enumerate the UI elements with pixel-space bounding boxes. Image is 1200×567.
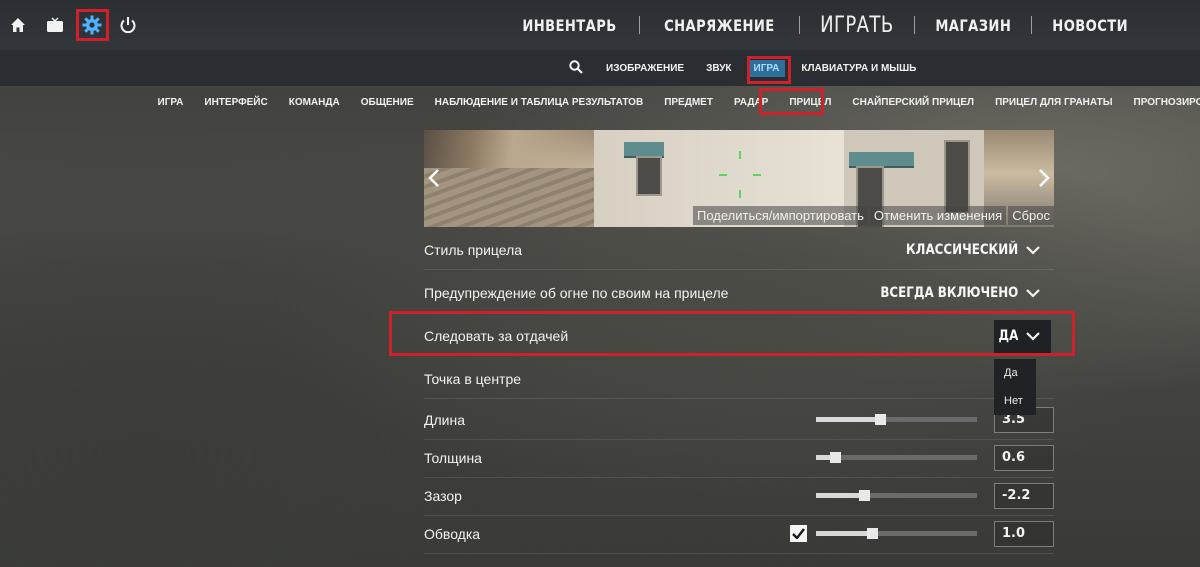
search-icon[interactable] [565, 59, 595, 77]
tab-video[interactable]: ИЗОБРАЖЕНИЕ [595, 63, 695, 74]
chevron-down-icon[interactable] [1026, 331, 1040, 341]
follow-recoil-options: Да Нет [994, 359, 1036, 415]
setting-center-dot: Точка в центре [424, 359, 1054, 399]
category-crosshair[interactable]: ПРИЦЕЛ [779, 97, 842, 108]
nav-separator [913, 16, 915, 34]
category-team[interactable]: КОМАНДА [278, 97, 350, 108]
crosshair-style-select[interactable]: КЛАССИЧЕСКИЙ [906, 242, 1018, 258]
length-slider[interactable] [816, 413, 977, 425]
slider-fill [816, 492, 865, 498]
slider-thumb[interactable] [859, 489, 871, 501]
gear-icon[interactable] [77, 10, 107, 40]
crosshair-mark [753, 174, 761, 176]
crosshair-mark [739, 151, 741, 159]
tab-audio[interactable]: ЗВУК [695, 63, 742, 74]
nav-separator [639, 16, 641, 34]
setting-gap: Зазор -2.2 [424, 476, 1054, 516]
nav-separator [1031, 16, 1033, 34]
category-prediction[interactable]: ПРОГНОЗИРОВАНИЕ [1123, 97, 1200, 108]
category-item[interactable]: ПРЕДМЕТ [654, 97, 724, 108]
slider-thumb[interactable] [830, 451, 842, 463]
slider-fill [816, 530, 873, 536]
share-import-button[interactable]: Поделиться/импортировать [692, 206, 868, 225]
tab-game[interactable]: ИГРА [747, 59, 786, 77]
crosshair-preview: Поделиться/импортировать Отменить измене… [424, 130, 1054, 227]
main-nav: ИНВЕНТАРЬ СНАРЯЖЕНИЕ ИГРАТЬ МАГАЗИН НОВО… [500, 0, 1148, 50]
revert-changes-button[interactable]: Отменить изменения [869, 206, 1007, 225]
setting-follow-recoil: Следовать за отдачей ДА [424, 316, 1054, 356]
settings-tab-bar: ИЗОБРАЖЕНИЕ ЗВУК ИГРА КЛАВИАТУРА И МЫШЬ [0, 50, 1200, 86]
chevron-right-icon[interactable] [1036, 168, 1052, 188]
top-bar: ИНВЕНТАРЬ СНАРЯЖЕНИЕ ИГРАТЬ МАГАЗИН НОВО… [0, 0, 1200, 50]
category-interface[interactable]: ИНТЕРФЕЙС [194, 97, 278, 108]
setting-crosshair-style: Стиль прицела КЛАССИЧЕСКИЙ [424, 230, 1054, 270]
gap-input[interactable]: -2.2 [994, 482, 1054, 509]
tab-keyboard-mouse[interactable]: КЛАВИАТУРА И МЫШЬ [790, 63, 927, 74]
setting-label: Точка в центре [424, 370, 522, 387]
category-sniper-crosshair[interactable]: СНАЙПЕРСКИЙ ПРИЦЕЛ [842, 97, 985, 108]
nav-separator [798, 16, 800, 34]
nav-shop[interactable]: МАГАЗИН [925, 16, 1021, 35]
slider-thumb[interactable] [867, 527, 879, 539]
chevron-left-icon[interactable] [426, 168, 442, 188]
chevron-down-icon[interactable] [1026, 288, 1040, 298]
slider-thumb[interactable] [875, 413, 887, 425]
tv-icon[interactable] [40, 10, 70, 40]
reset-button[interactable]: Сброс [1008, 206, 1054, 225]
crosshair-mark [739, 190, 741, 198]
nav-play[interactable]: ИГРАТЬ [810, 13, 903, 38]
slider-fill [816, 416, 881, 422]
preview-stairs [424, 168, 604, 227]
setting-length: Длина 3.5 [424, 400, 1054, 440]
thickness-input[interactable]: 0.6 [994, 444, 1054, 471]
setting-label: Следовать за отдачей [424, 327, 569, 344]
setting-label: Обводка [424, 525, 481, 542]
preview-actions: Поделиться/импортировать Отменить измене… [691, 206, 1054, 225]
nav-news[interactable]: НОВОСТИ [1043, 16, 1138, 35]
follow-recoil-select[interactable]: ДА [998, 328, 1018, 344]
outline-checkbox[interactable] [790, 524, 807, 542]
category-game[interactable]: ИГРА [147, 97, 194, 108]
category-bar: ИГРА ИНТЕРФЕЙС КОМАНДА ОБЩЕНИЕ НАБЛЮДЕНИ… [147, 91, 1200, 113]
option-no[interactable]: Нет [994, 387, 1036, 415]
category-spectating[interactable]: НАБЛЮДЕНИЕ И ТАБЛИЦА РЕЗУЛЬТАТОВ [424, 97, 654, 108]
power-icon[interactable] [113, 10, 143, 40]
option-yes[interactable]: Да [994, 359, 1036, 387]
category-grenade-crosshair[interactable]: ПРИЦЕЛ ДЛЯ ГРАНАТЫ [985, 97, 1123, 108]
setting-label: Зазор [424, 487, 462, 504]
home-icon[interactable] [3, 10, 33, 40]
category-radar[interactable]: РАДАР [723, 97, 778, 108]
setting-thickness: Толщина 0.6 [424, 438, 1054, 478]
nav-inventory[interactable]: ИНВЕНТАРЬ [513, 16, 627, 35]
friendly-fire-select[interactable]: ВСЕГДА ВКЛЮЧЕНО [880, 285, 1018, 301]
setting-label: Предупреждение об огне по своим на прице… [424, 284, 729, 301]
setting-label: Толщина [424, 449, 482, 466]
thickness-slider[interactable] [816, 451, 977, 463]
setting-label: Стиль прицела [424, 241, 523, 258]
preview-window [636, 156, 662, 196]
setting-outline: Обводка 1.0 [424, 514, 1054, 554]
chevron-down-icon[interactable] [1026, 245, 1040, 255]
nav-loadout[interactable]: СНАРЯЖЕНИЕ [654, 16, 784, 35]
checkmark-icon [792, 527, 805, 539]
preview-window [944, 140, 970, 214]
gap-slider[interactable] [816, 489, 977, 501]
crosshair-mark [719, 174, 727, 176]
outline-input[interactable]: 1.0 [994, 520, 1054, 547]
setting-label: Длина [424, 411, 465, 428]
outline-slider[interactable] [816, 527, 977, 539]
setting-friendly-fire-warning: Предупреждение об огне по своим на прице… [424, 273, 1054, 313]
category-communication[interactable]: ОБЩЕНИЕ [350, 97, 424, 108]
